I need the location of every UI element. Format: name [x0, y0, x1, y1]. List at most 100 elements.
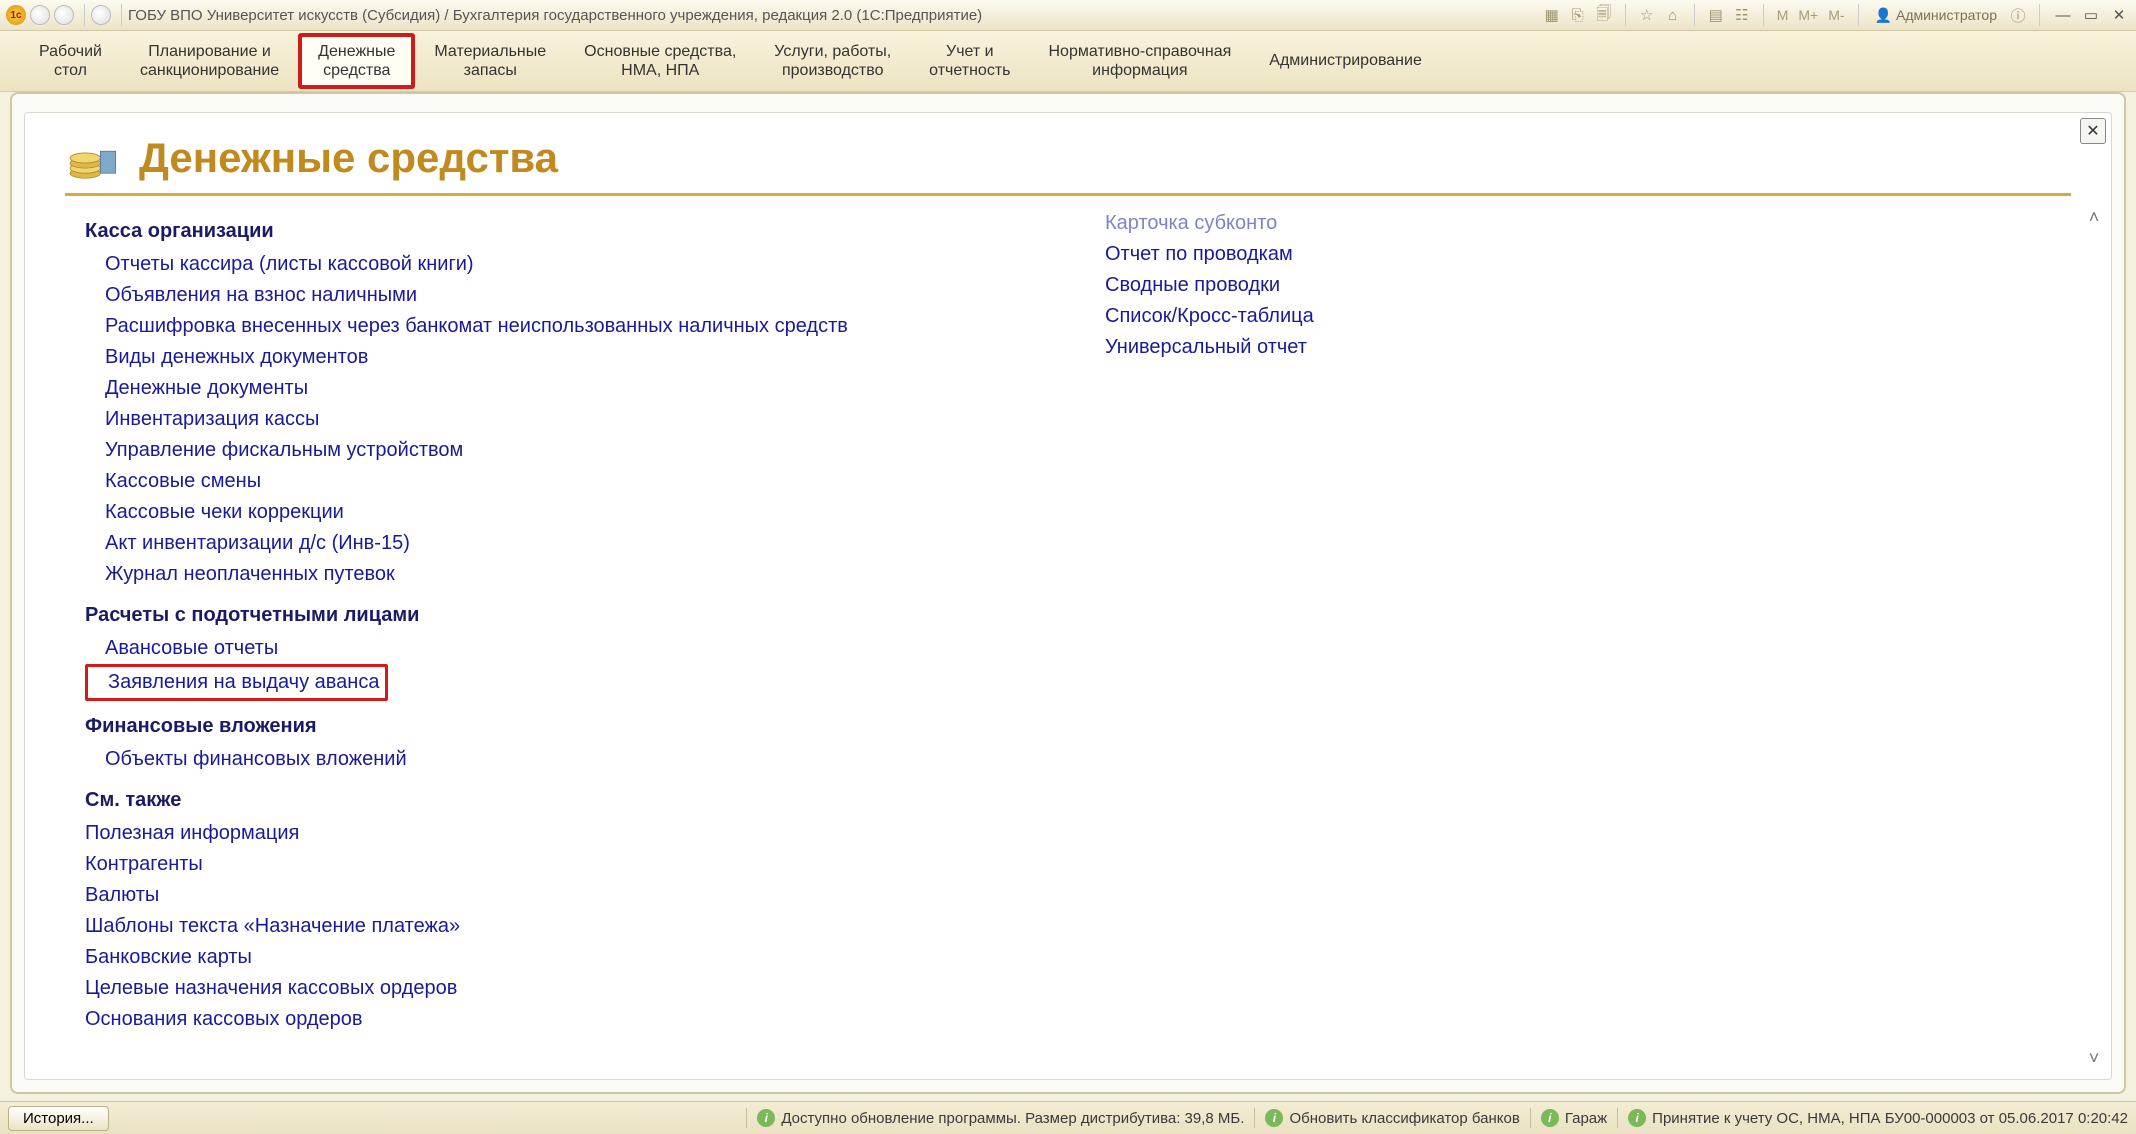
link-item[interactable]: Универсальный отчет	[1105, 336, 1307, 359]
link-item[interactable]: Валюты	[85, 884, 159, 907]
group-title-smtakzhe: См. также	[85, 789, 905, 812]
user-label[interactable]: 👤 Администратор	[1869, 7, 2003, 24]
tab-administration[interactable]: Администрирование	[1250, 33, 1441, 89]
status-text: Гараж	[1565, 1110, 1607, 1127]
link-item[interactable]: Инвентаризация кассы	[105, 408, 319, 431]
link-item[interactable]: Виды денежных документов	[105, 346, 368, 369]
separator	[2039, 4, 2040, 26]
m-button[interactable]: M	[1774, 7, 1792, 23]
link-item[interactable]: Контрагенты	[85, 853, 203, 876]
link-item[interactable]: Сводные проводки	[1105, 274, 1280, 297]
right-column: Карточка субконто Отчет по проводкам Сво…	[1105, 216, 1314, 1069]
link-item[interactable]: Целевые назначения кассовых ордеров	[85, 977, 457, 1000]
info-icon: i	[757, 1109, 775, 1127]
separator	[1858, 4, 1859, 26]
tab-line1: Основные средства,	[584, 42, 736, 61]
tab-line2: производство	[782, 61, 883, 80]
tab-line1: Планирование и	[148, 42, 271, 61]
info-icon[interactable]: ⓘ	[2007, 4, 2029, 26]
link-item[interactable]: Акт инвентаризации д/с (Инв-15)	[105, 532, 410, 555]
link-item-cut[interactable]: Карточка субконто	[1105, 212, 1277, 235]
history-button[interactable]: История...	[8, 1106, 109, 1131]
group-title-finvlozheniya: Финансовые вложения	[85, 715, 905, 738]
link-item[interactable]: Шаблоны текста «Назначение платежа»	[85, 915, 460, 938]
link-item[interactable]: Кассовые чеки коррекции	[105, 501, 344, 524]
favorite-icon[interactable]: ☆	[1636, 4, 1658, 26]
m-plus-button[interactable]: M+	[1795, 7, 1821, 23]
content-area: ˄ ˅ Касса организации Отчеты кассира (ли…	[25, 196, 2111, 1079]
link-item[interactable]: Денежные документы	[105, 377, 308, 400]
calc-icon[interactable]: ▤	[1705, 4, 1727, 26]
link-item[interactable]: Расшифровка внесенных через банкомат неи…	[105, 315, 848, 338]
info-icon: i	[1541, 1109, 1559, 1127]
separator	[1763, 4, 1764, 26]
status-banks[interactable]: i Обновить классификатор банков	[1265, 1109, 1519, 1127]
link-item[interactable]: Список/Кросс-таблица	[1105, 305, 1314, 328]
link-item[interactable]: Основания кассовых ордеров	[85, 1008, 363, 1031]
tab-line2: средства	[323, 61, 390, 80]
info-icon: i	[1265, 1109, 1283, 1127]
section-tabs: Рабочий стол Планирование и санкциониров…	[0, 31, 2136, 92]
link-item[interactable]: Управление фискальным устройством	[105, 439, 463, 462]
tab-desktop[interactable]: Рабочий стол	[20, 33, 121, 89]
separator	[121, 4, 122, 26]
link-item[interactable]: Объекты финансовых вложений	[105, 748, 407, 771]
toolbar-icon[interactable]: 🗐	[1593, 4, 1615, 26]
titlebar: 1c ГОБУ ВПО Университет искусств (Субсид…	[0, 0, 2136, 31]
highlight-box: Заявления на выдачу аванса	[85, 664, 388, 701]
link-item[interactable]: Объявления на взнос наличными	[105, 284, 417, 307]
tab-line1: Рабочий	[39, 42, 102, 61]
tab-planning[interactable]: Планирование и санкционирование	[121, 33, 298, 89]
group-title-podotchet: Расчеты с подотчетными лицами	[85, 604, 905, 627]
tab-cash[interactable]: Денежные средства	[298, 33, 415, 89]
minimize-button[interactable]: —	[2052, 5, 2074, 25]
coins-icon	[65, 131, 119, 185]
link-item[interactable]: Отчет по проводкам	[1105, 243, 1293, 266]
nav-forward-button[interactable]	[54, 5, 74, 25]
app-logo-icon: 1c	[6, 5, 26, 25]
link-item[interactable]: Журнал неоплаченных путевок	[105, 563, 395, 586]
tab-accounting[interactable]: Учет и отчетность	[910, 33, 1029, 89]
scroll-down-button[interactable]: ˅	[2083, 1047, 2105, 1069]
tab-assets[interactable]: Основные средства, НМА, НПА	[565, 33, 755, 89]
tab-reference[interactable]: Нормативно-справочная информация	[1029, 33, 1250, 89]
link-item[interactable]: Кассовые смены	[105, 470, 261, 493]
toolbar-icon[interactable]: ⌂	[1662, 4, 1684, 26]
tab-line2: запасы	[464, 61, 517, 80]
workspace: ✕ Денежные средства ˄ ˅ Касса организаци…	[10, 92, 2126, 1094]
m-minus-button[interactable]: M-	[1825, 7, 1847, 23]
status-text: Доступно обновление программы. Размер ди…	[781, 1110, 1244, 1127]
statusbar: История... i Доступно обновление программ…	[0, 1101, 2136, 1134]
user-name: Администратор	[1896, 7, 1997, 23]
tab-inventory[interactable]: Материальные запасы	[415, 33, 565, 89]
nav-dropdown-button[interactable]	[91, 5, 111, 25]
tab-line1: Администрирование	[1269, 51, 1422, 70]
link-item[interactable]: Банковские карты	[85, 946, 252, 969]
separator	[84, 4, 85, 26]
scroll-up-button[interactable]: ˄	[2083, 206, 2105, 228]
link-avansovye-otchety[interactable]: Авансовые отчеты	[105, 637, 278, 660]
maximize-button[interactable]: ▭	[2080, 5, 2102, 25]
window-title: ГОБУ ВПО Университет искусств (Субсидия)…	[128, 7, 982, 24]
tab-line1: Денежные	[318, 42, 395, 61]
tab-services[interactable]: Услуги, работы, производство	[755, 33, 910, 89]
separator	[1694, 4, 1695, 26]
status-update[interactable]: i Доступно обновление программы. Размер д…	[757, 1109, 1244, 1127]
tab-line1: Нормативно-справочная	[1048, 42, 1231, 61]
status-text: Обновить классификатор банков	[1289, 1110, 1519, 1127]
toolbar-icon[interactable]: ⎘	[1567, 4, 1589, 26]
link-item[interactable]: Полезная информация	[85, 822, 299, 845]
nav-back-button[interactable]	[30, 5, 50, 25]
status-doc[interactable]: iПринятие к учету ОС, НМА, НПА БУ00-0000…	[1628, 1109, 2128, 1127]
status-text: Принятие к учету ОС, НМА, НПА БУ00-00000…	[1652, 1110, 2128, 1127]
calendar-icon[interactable]: ☷	[1731, 4, 1753, 26]
panel-close-button[interactable]: ✕	[2080, 118, 2106, 144]
status-garage[interactable]: i Гараж	[1541, 1109, 1607, 1127]
group-title-kassa: Касса организации	[85, 220, 905, 243]
panel: Денежные средства ˄ ˅ Касса организации …	[24, 112, 2112, 1080]
close-button[interactable]: ✕	[2108, 5, 2130, 25]
link-zayavleniya-avans[interactable]: Заявления на выдачу аванса	[108, 671, 379, 694]
tab-line1: Материальные	[434, 42, 546, 61]
toolbar-icon[interactable]: ▦	[1541, 4, 1563, 26]
link-item[interactable]: Отчеты кассира (листы кассовой книги)	[105, 253, 474, 276]
